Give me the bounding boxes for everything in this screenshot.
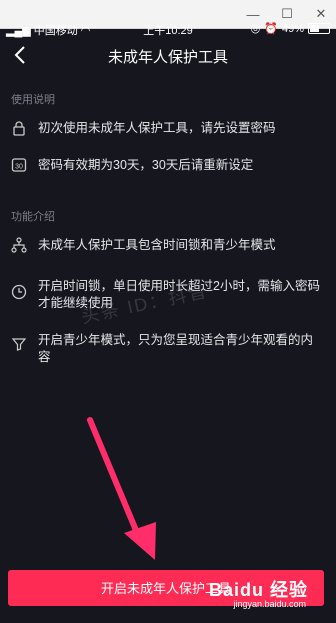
usage-text-1: 初次使用未成年人保护工具，请先设置密码 — [38, 121, 276, 135]
clock-icon — [11, 284, 27, 300]
lock-icon — [13, 121, 25, 136]
features-heading: 功能介绍 — [11, 211, 55, 223]
usage-text-2: 密码有效期为30天，30天后请重新设定 — [38, 158, 254, 172]
alarm-icon: ⏰ — [264, 23, 278, 35]
usage-heading: 使用说明 — [11, 94, 55, 106]
lock-rotation-icon: ◎ — [250, 23, 261, 35]
calendar-30-icon: 30 — [11, 158, 27, 172]
battery-percent: 49% — [281, 22, 304, 35]
nav-bar: 未成年人保护工具 — [0, 38, 336, 72]
feature-text-3: 开启青少年模式，只为您呈现适合青少年观看的内容 — [38, 333, 314, 364]
status-bar: ▂▄▆ 中国移动 ◠ 上午10:29 ◎ ⏰ 49% — [0, 18, 336, 38]
hierarchy-icon — [11, 237, 27, 253]
filter-icon — [11, 338, 27, 351]
battery-icon — [308, 23, 330, 34]
page-title: 未成年人保护工具 — [107, 49, 228, 66]
baidu-url: jingyan.baidu.com — [233, 599, 306, 609]
feature-text-1: 未成年人保护工具包含时间锁和青少年模式 — [38, 238, 276, 252]
svg-text:30: 30 — [15, 164, 23, 171]
